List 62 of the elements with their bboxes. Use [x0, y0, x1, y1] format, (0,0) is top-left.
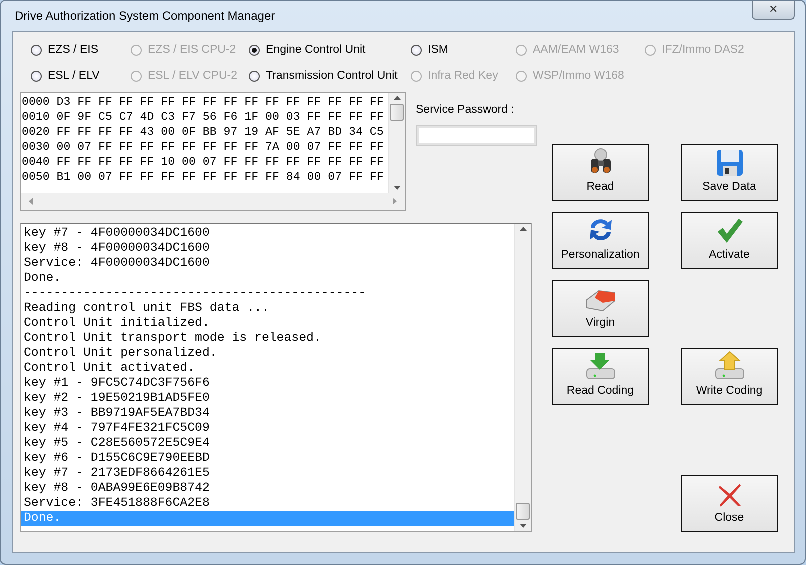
action-button[interactable]: Virgin [552, 280, 649, 336]
field-label: Service Password : [416, 102, 516, 118]
radio-button[interactable] [249, 45, 260, 56]
horizontal-scrollbar[interactable] [21, 192, 405, 210]
scroll-thumb[interactable] [516, 502, 530, 520]
log-line[interactable]: key #8 - 0ABA99E6E09B8742 [21, 480, 514, 496]
scroll-down-icon[interactable] [520, 524, 526, 528]
log-line[interactable]: ---------------------------------------------- [21, 286, 514, 300]
log-line[interactable]: key #1 - 9FC5C74DC3F756F6 [21, 376, 514, 390]
action-button[interactable]: Write Coding [681, 348, 778, 404]
log-line[interactable]: key #8 - 4F00000034DC1600 [21, 240, 514, 256]
hex-row-text: 0040 FF FF FF FF FF 10 00 07 FF FF FF FF FF FF FF FF [22, 154, 385, 170]
window-title: Drive Authorization System Component Manager [14, 8, 276, 25]
hex-row-text: 0020 FF FF FF FF 43 00 0F BB 97 19 AF 5E A7 BD 34 C5 [22, 124, 385, 140]
drive-upload-icon [714, 351, 746, 382]
scroll-right-icon[interactable] [393, 198, 397, 204]
action-button[interactable]: Read Coding [552, 348, 649, 404]
log-line[interactable]: Service: 4F00000034DC1600 [21, 256, 514, 270]
scroll-up-icon[interactable] [394, 96, 400, 100]
log-line[interactable]: Control Unit personalized. [21, 346, 514, 360]
log-line[interactable]: key #7 - 2173EDF8664261E5 [21, 466, 514, 480]
log-line[interactable]: Reading control unit FBS data ... [21, 300, 514, 316]
radio-button[interactable] [249, 71, 260, 82]
hex-row-text: 0010 0F 9F C5 C7 4D C3 F7 56 F6 1F 00 03 FF FF FF FF [22, 110, 385, 124]
close-window-button[interactable]: ✕ [752, 1, 795, 20]
check-mark-icon [716, 217, 744, 246]
action-button[interactable]: Personalization [552, 212, 649, 268]
log-line[interactable]: key #6 - D155C6C9E790EEBD [21, 450, 514, 466]
radio-label[interactable]: Transmission Control Unit [266, 68, 398, 86]
action-button[interactable]: Save Data [681, 144, 778, 200]
log-line[interactable]: key #4 - 797F4FE321FC5C09 [21, 420, 514, 436]
log-line[interactable]: key #3 - BB9719AF5EA7BD34 [21, 406, 514, 420]
action-button[interactable]: Read [552, 144, 649, 200]
radio-label[interactable]: ISM [428, 42, 448, 60]
drive-download-icon [584, 351, 616, 382]
scroll-thumb[interactable] [390, 104, 404, 120]
radio-label[interactable]: ESL / ELV [48, 68, 100, 86]
hex-row-text: 0030 00 07 FF FF FF FF FF FF FF FF 7A 00 07 FF FF FF [22, 140, 385, 154]
action-button[interactable]: Activate [681, 212, 778, 268]
radio-label[interactable]: EZS / EIS [48, 42, 98, 60]
log-line[interactable]: key #2 - 19E50219B1AD5FE0 [21, 390, 514, 406]
log-line[interactable]: Control Unit transport mode is released. [21, 330, 514, 346]
log-line[interactable]: Done. [21, 270, 514, 286]
log-line[interactable]: Control Unit initialized. [21, 316, 514, 330]
log-line[interactable]: Service: 3FE451888F6CA2E8 [21, 496, 514, 510]
radio-label[interactable]: Engine Control Unit [266, 42, 366, 60]
log-line[interactable]: key #5 - C28E560572E5C9E4 [21, 436, 514, 450]
vertical-scrollbar[interactable] [388, 92, 405, 192]
radio-button[interactable] [31, 45, 42, 56]
scroll-up-icon[interactable] [520, 226, 526, 230]
close-button[interactable]: Close [681, 474, 778, 532]
scroll-left-icon[interactable] [29, 198, 33, 204]
radio-button[interactable] [411, 45, 422, 56]
close-icon [716, 482, 742, 508]
vertical-scrollbar[interactable] [514, 224, 531, 530]
hex-row-text: 0050 B1 00 07 FF FF FF FF FF FF FF FF 84 00 07 FF FF [22, 170, 385, 184]
log-line[interactable]: key #7 - 4F00000034DC1600 [21, 226, 514, 240]
radio-button[interactable] [31, 71, 42, 82]
hex-row-text: 0000 D3 FF FF FF FF FF FF FF FF FF FF FF FF FF FF FF [22, 94, 385, 110]
scroll-down-icon[interactable] [394, 186, 400, 190]
log-line[interactable]: Control Unit activated. [21, 360, 514, 376]
password-field[interactable] [416, 124, 537, 146]
